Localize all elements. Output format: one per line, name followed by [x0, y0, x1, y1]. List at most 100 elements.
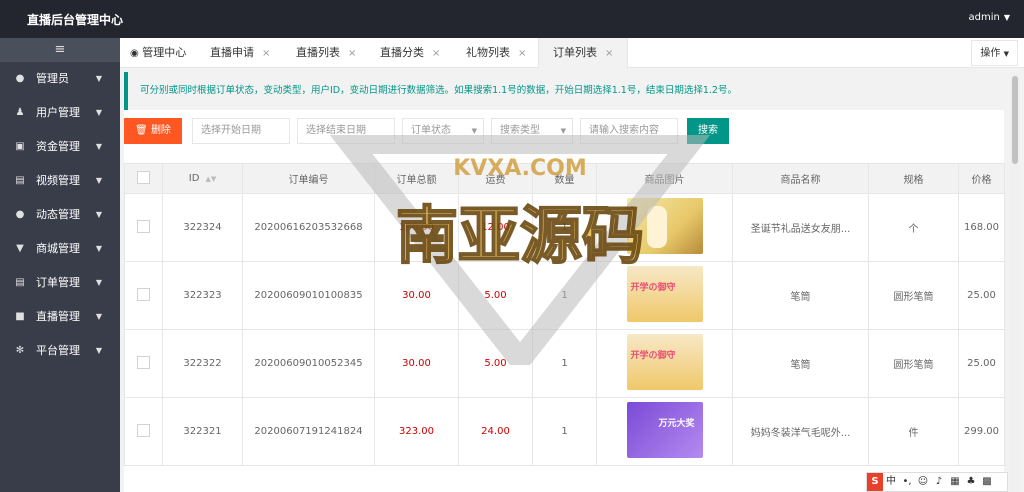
column-header-qty: 数量: [532, 163, 597, 194]
sidebar-item-funds[interactable]: ▣ 资金管理 ▼: [0, 130, 120, 164]
sidebar-item-dynamics[interactable]: ● 动态管理 ▼: [0, 198, 120, 232]
select-label: 搜索类型: [500, 125, 540, 136]
top-bar: 直播后台管理中心 admin ▼: [0, 0, 1024, 38]
emoji-icon[interactable]: ☺: [915, 473, 931, 491]
tab-live-category[interactable]: 直播分类 ×: [380, 38, 440, 68]
column-header-total: 订单总额: [374, 163, 459, 194]
tab-label: 直播申请: [210, 46, 254, 59]
select-all-checkbox[interactable]: [124, 163, 163, 194]
product-image[interactable]: [626, 198, 703, 254]
cell-freight: 5.00: [458, 261, 533, 330]
sidebar-item-video[interactable]: ▤ 视频管理 ▼: [0, 164, 120, 198]
cell-spec: 件: [868, 397, 959, 466]
tab-label: 直播分类: [380, 46, 424, 59]
cell-order-no: 20200616203532668: [242, 193, 375, 262]
ops-label: 操作: [980, 48, 1001, 59]
close-icon[interactable]: ×: [518, 48, 526, 59]
ime-toolbar[interactable]: S 中 •, ☺ ♪ ▦ ♣ ▩: [866, 472, 1008, 492]
cart-icon: ▼: [16, 243, 24, 254]
sidebar-item-users[interactable]: ♟ 用户管理 ▼: [0, 96, 120, 130]
sidebar-item-label: 资金管理: [36, 140, 80, 153]
caret-down-icon: ▼: [95, 312, 102, 321]
caret-down-icon: ▼: [95, 142, 102, 151]
tab-live-apply[interactable]: 直播申请 ×: [210, 38, 270, 68]
column-header-id[interactable]: ID ▲▼: [162, 163, 243, 194]
punctuation-icon[interactable]: •,: [899, 473, 915, 491]
end-date-input[interactable]: 选择结束日期: [297, 118, 395, 144]
cell-price: 25.00: [958, 329, 1005, 398]
sidebar-item-label: 动态管理: [36, 208, 80, 221]
sidebar-toggle-icon[interactable]: ≡: [0, 38, 120, 62]
close-icon[interactable]: ×: [432, 48, 440, 59]
caret-down-icon: ▼: [95, 176, 102, 185]
delete-button[interactable]: 🗑 删除: [124, 118, 182, 144]
row-checkbox[interactable]: [137, 219, 150, 233]
start-date-input[interactable]: 选择开始日期: [192, 118, 290, 144]
money-icon: ▣: [15, 141, 25, 152]
trash-icon: 🗑: [135, 125, 148, 136]
tab-gift-list[interactable]: 礼物列表 ×: [466, 38, 526, 68]
cell-price: 25.00: [958, 261, 1005, 330]
tab-label: 管理中心: [142, 46, 187, 59]
product-image[interactable]: 开学の御守: [626, 334, 703, 390]
cell-id: 322321: [162, 397, 243, 466]
search-button[interactable]: 搜索: [687, 118, 729, 144]
cell-order-no: 20200609010100835: [242, 261, 375, 330]
table-row[interactable]: 322321 20200607191241824 323.00 24.00 1 …: [124, 397, 1005, 466]
mic-icon[interactable]: ♪: [931, 473, 947, 491]
row-checkbox[interactable]: [137, 287, 150, 301]
sogou-logo-icon[interactable]: S: [867, 473, 883, 491]
username: admin: [968, 12, 1000, 23]
caret-down-icon: ▼: [1003, 50, 1009, 58]
cell-id: 322323: [162, 261, 243, 330]
row-checkbox[interactable]: [137, 423, 150, 437]
tab-home[interactable]: ◉ 管理中心: [130, 38, 186, 68]
content-panel: 可分别或同时根据订单状态，变动类型，用户ID，变动日期进行数据筛选。如果搜索1.…: [124, 72, 1005, 492]
scrollbar-thumb[interactable]: [1012, 76, 1018, 164]
sort-icon[interactable]: ▲▼: [205, 175, 216, 183]
cell-total: 30.00: [374, 261, 459, 330]
table-row[interactable]: 322323 20200609010100835 30.00 5.00 1 开学…: [124, 261, 1005, 330]
operations-dropdown[interactable]: 操作 ▼: [971, 40, 1018, 66]
column-header-order-no: 订单编号: [242, 163, 375, 194]
product-figure: [646, 206, 667, 248]
skin-icon[interactable]: ♣: [963, 473, 979, 491]
order-status-select[interactable]: 订单状态 ▼: [402, 118, 484, 144]
checkbox[interactable]: [137, 170, 150, 184]
vertical-scrollbar[interactable]: [1010, 72, 1020, 492]
gears-icon: ✻: [15, 345, 25, 356]
close-icon[interactable]: ×: [605, 48, 613, 59]
filter-toolbar: 🗑 删除 选择开始日期 选择结束日期 订单状态 ▼ 搜索类型 ▼ 请输入搜索内容 搜…: [124, 118, 1004, 146]
sidebar-item-admin[interactable]: ● 管理员 ▼: [0, 62, 120, 96]
caret-down-icon: ▼: [560, 127, 566, 135]
sidebar-item-live[interactable]: ■ 直播管理 ▼: [0, 300, 120, 334]
tab-order-list[interactable]: 订单列表 ×: [538, 38, 629, 68]
user-menu[interactable]: admin ▼: [969, 12, 1011, 23]
sidebar-item-mall[interactable]: ▼ 商城管理 ▼: [0, 232, 120, 266]
caret-down-icon: ▼: [471, 127, 477, 135]
keyboard-icon[interactable]: ▦: [947, 473, 963, 491]
cell-order-no: 20200607191241824: [242, 397, 375, 466]
search-type-select[interactable]: 搜索类型 ▼: [491, 118, 573, 144]
product-image-text: 开学の御守: [630, 283, 676, 293]
sidebar-item-platform[interactable]: ✻ 平台管理 ▼: [0, 334, 120, 368]
product-image[interactable]: 开学の御守: [626, 266, 703, 322]
grid-menu-icon[interactable]: ▩: [979, 473, 995, 491]
sidebar-item-orders[interactable]: ▤ 订单管理 ▼: [0, 266, 120, 300]
close-icon[interactable]: ×: [262, 48, 270, 59]
caret-down-icon: ▼: [95, 108, 102, 117]
keyword-input[interactable]: 请输入搜索内容: [580, 118, 678, 144]
cell-price: 299.00: [958, 397, 1005, 466]
cell-price: 168.00: [958, 193, 1005, 262]
cell-total: 30.00: [374, 329, 459, 398]
tab-live-list[interactable]: 直播列表 ×: [296, 38, 356, 68]
table-row[interactable]: 322324 20200616203532668 180.00 12.00 1 …: [124, 193, 1005, 262]
close-icon[interactable]: ×: [348, 48, 356, 59]
table-row[interactable]: 322322 20200609010052345 30.00 5.00 1 开学…: [124, 329, 1005, 398]
user-icon: ●: [15, 73, 25, 84]
ime-lang-indicator[interactable]: 中: [883, 473, 899, 491]
row-checkbox[interactable]: [137, 355, 150, 369]
tab-label: 直播列表: [296, 46, 340, 59]
cell-name: 笔筒: [732, 329, 869, 398]
product-image[interactable]: 万元大奖: [626, 402, 703, 458]
